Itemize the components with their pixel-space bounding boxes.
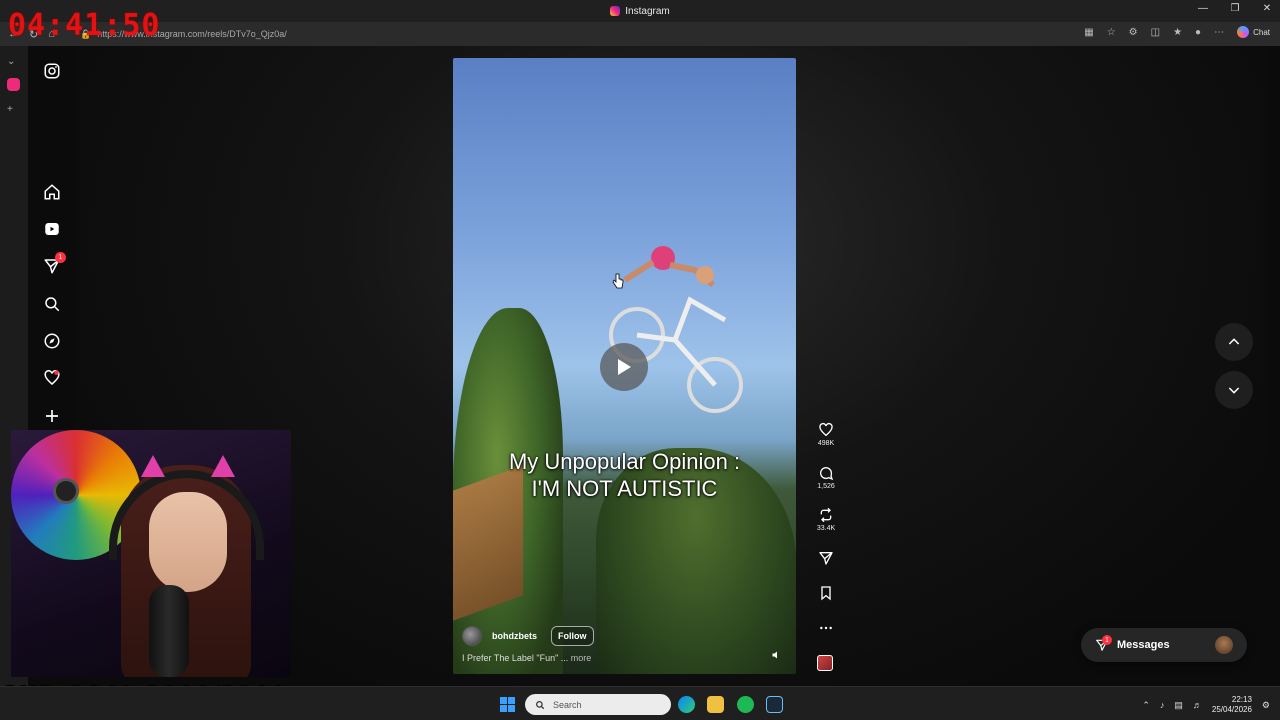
instagram-favicon-icon [610, 6, 621, 16]
heart-icon [819, 422, 833, 437]
like-count: 498K [817, 440, 835, 447]
favorite-star-icon[interactable]: ☆ [1107, 27, 1116, 38]
search-icon [536, 700, 545, 709]
stream-timer: 04:41:50 [8, 8, 161, 43]
notifications-heart-icon[interactable] [43, 369, 61, 387]
collapse-tabs-icon[interactable]: ⌄ [7, 56, 15, 67]
reel-description: I Prefer The Label "Fun" ... more [462, 653, 591, 663]
steam-icon[interactable] [766, 696, 783, 713]
start-button[interactable] [500, 697, 515, 712]
cat-ear-left [141, 455, 165, 477]
system-tray: ⌃ ♪ ▤ ♬ 22:13 25/04/2026 ⚙ [1142, 695, 1270, 715]
browser-title-bar: Instagram — ❐ ✕ [0, 0, 1280, 22]
reel-caption: My Unpopular Opinion : I'M NOT AUTISTIC [453, 448, 796, 502]
repost-action[interactable]: 33.4K [810, 507, 842, 532]
close-icon[interactable]: ✕ [1260, 3, 1274, 14]
network-icon[interactable]: ▤ [1174, 700, 1183, 711]
cat-ear-right [211, 455, 235, 477]
play-button[interactable] [600, 343, 648, 391]
more-options-icon[interactable]: ⋯ [1214, 27, 1224, 38]
save-action[interactable] [810, 585, 842, 601]
messages-button[interactable]: 1 Messages [1081, 628, 1247, 662]
favorites-icon[interactable]: ★ [1173, 27, 1182, 38]
chevron-up-icon [1228, 338, 1240, 345]
more-action[interactable] [810, 620, 842, 636]
search-nav-icon[interactable] [43, 295, 61, 313]
windows-taskbar: Search ⌃ ♪ ▤ ♬ 22:13 25/04/2026 ⚙ [0, 686, 1280, 720]
volume-icon[interactable] [771, 649, 783, 661]
reel-caption-line1: My Unpopular Opinion : [508, 449, 741, 474]
notification-bell-icon[interactable]: ⚙ [1262, 700, 1270, 711]
comment-action[interactable]: 1,526 [810, 465, 842, 490]
profile-icon[interactable]: ● [1195, 27, 1201, 38]
bookmark-icon [821, 586, 831, 601]
reel-caption-line2: I'M NOT AUTISTIC [531, 476, 718, 501]
taskbar-clock[interactable]: 22:13 25/04/2026 [1212, 695, 1252, 715]
reader-mode-icon[interactable]: ▦ [1084, 27, 1093, 38]
video-bmx-rider-illustration [609, 246, 743, 413]
explore-nav-icon[interactable] [43, 332, 61, 350]
file-explorer-icon[interactable] [707, 696, 724, 713]
previous-reel-button[interactable] [1215, 323, 1253, 361]
messages-nav-icon[interactable]: 1 [43, 252, 66, 275]
share-action[interactable] [810, 550, 842, 566]
hand-cursor-icon [612, 273, 624, 289]
restore-icon[interactable]: ❐ [1228, 3, 1242, 14]
clock-date: 25/04/2026 [1211, 705, 1252, 714]
like-action[interactable]: 498K [810, 422, 842, 447]
comment-icon [820, 467, 834, 481]
more-link[interactable]: more [571, 653, 592, 663]
more-dots-icon [820, 626, 832, 630]
home-nav-icon[interactable] [43, 183, 61, 201]
screen: Instagram — ❐ ✕ ← ↻ ⌂ 🔒 https://www.inst… [0, 0, 1280, 720]
tray-overflow-icon[interactable]: ⌃ [1142, 700, 1150, 711]
clock-time: 22:13 [1231, 695, 1252, 704]
search-placeholder: Search [553, 699, 582, 710]
tab-instagram[interactable] [7, 78, 20, 91]
minimize-icon[interactable]: — [1196, 3, 1210, 14]
volume-tray-icon[interactable]: ♬ [1193, 700, 1202, 710]
comment-count: 1,526 [817, 483, 835, 490]
play-icon [618, 359, 631, 375]
instagram-logo-icon[interactable] [43, 62, 61, 80]
reel-author: bohdzbets Follow [462, 626, 594, 646]
share-send-icon [819, 552, 833, 565]
microphone-tray-icon[interactable]: ♪ [1160, 700, 1165, 710]
streamer-webcam [11, 430, 291, 677]
url-field[interactable]: 🔒 https://www.instagram.com/reels/DTv7o_… [80, 26, 1080, 42]
chat-label: Chat [1253, 27, 1270, 37]
author-avatar[interactable] [462, 626, 482, 646]
microphone-graphic [149, 585, 189, 677]
copilot-icon [1237, 26, 1250, 38]
next-reel-button[interactable] [1215, 371, 1253, 409]
author-username[interactable]: bohdzbets [492, 631, 537, 641]
reel-description-text: I Prefer The Label "Fun" ... [462, 653, 569, 663]
spotify-icon[interactable] [737, 696, 754, 713]
new-tab-icon[interactable]: + [7, 104, 13, 115]
create-plus-icon[interactable] [43, 407, 61, 425]
edge-browser-icon[interactable] [678, 696, 695, 713]
sidebar-icon[interactable]: ◫ [1151, 27, 1160, 38]
chevron-down-icon [1228, 387, 1240, 394]
repost-count: 33.4K [816, 525, 836, 532]
follow-button[interactable]: Follow [551, 626, 594, 646]
address-bar: ← ↻ ⌂ 🔒 https://www.instagram.com/reels/… [0, 22, 1280, 46]
window-title: Instagram [625, 5, 670, 17]
copilot-chat-button[interactable]: Chat [1237, 26, 1270, 38]
prize-wheel-hub [53, 478, 79, 504]
streamer-face [149, 492, 227, 592]
messages-label: Messages [1117, 639, 1170, 651]
taskbar-search[interactable]: Search [525, 694, 671, 715]
original-audio-thumbnail[interactable] [817, 655, 833, 671]
notifications-badge: 1 [55, 252, 66, 263]
messages-avatar [1215, 636, 1233, 654]
messages-badge: 1 [1102, 635, 1112, 645]
repost-icon [820, 507, 832, 523]
reels-nav-icon[interactable] [43, 220, 61, 238]
extensions-icon[interactable]: ⚙ [1129, 27, 1138, 38]
